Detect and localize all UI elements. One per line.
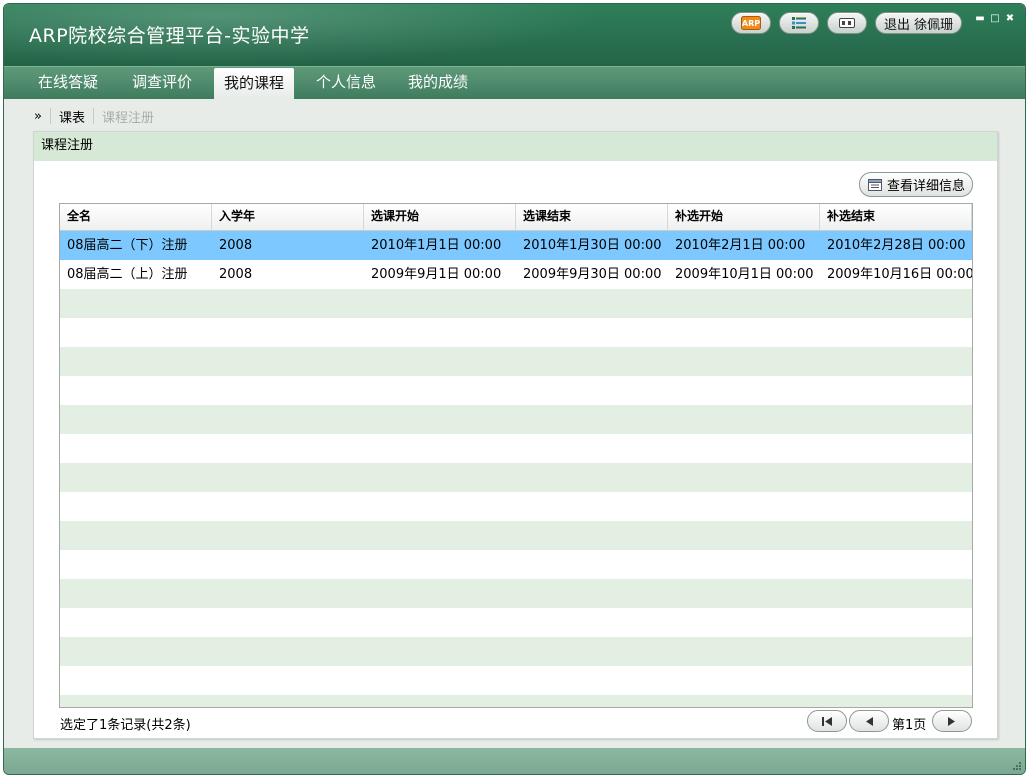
view-details-label: 查看详细信息 [887, 179, 966, 194]
breadcrumb-divider [49, 108, 51, 124]
main-nav: 在线答疑 调查评价 我的课程 个人信息 我的成绩 [4, 66, 1025, 100]
cell-makeup-end: 2009年10月16日 00:00 [827, 267, 972, 282]
empty-row [60, 695, 972, 707]
table-header: 全名 入学年 选课开始 选课结束 补选开始 补选结束 [60, 204, 972, 231]
column-header-select-start[interactable]: 选课开始 [364, 204, 516, 230]
empty-row [60, 463, 972, 492]
empty-row [60, 405, 972, 434]
empty-row [60, 434, 972, 463]
prev-page-icon [866, 716, 873, 726]
cell-select-start: 2010年1月1日 00:00 [371, 238, 502, 253]
registration-table: 全名 入学年 选课开始 选课结束 补选开始 补选结束 08届高二（下）注册 20… [59, 203, 973, 708]
prev-page-button[interactable] [849, 710, 889, 732]
column-header-enroll-year[interactable]: 入学年 [212, 204, 364, 230]
card-icon [839, 18, 855, 28]
empty-row [60, 289, 972, 318]
empty-row [60, 521, 972, 550]
selection-status: 选定了1条记录(共2条) [60, 718, 191, 733]
svg-text:ARP: ARP [742, 19, 760, 28]
empty-row [60, 492, 972, 521]
first-page-icon [822, 716, 832, 726]
tab-online-qa[interactable]: 在线答疑 [28, 67, 108, 100]
breadcrumb-item-schedule[interactable]: 课表 [59, 107, 85, 126]
breadcrumb-divider [92, 108, 94, 124]
empty-row [60, 550, 972, 579]
empty-row [60, 347, 972, 376]
empty-row [60, 666, 972, 695]
cell-enroll-year: 2008 [219, 267, 253, 282]
breadcrumb-expand-icon[interactable]: » [34, 109, 42, 124]
tab-personal-info[interactable]: 个人信息 [306, 67, 386, 100]
panel-title: 课程注册 [34, 132, 997, 161]
breadcrumb: » 课表 课程注册 [34, 107, 154, 126]
first-page-button[interactable] [807, 710, 847, 732]
cell-makeup-start: 2009年10月1日 00:00 [675, 267, 814, 282]
maximize-icon[interactable]: □ [990, 14, 1000, 24]
details-icon [868, 178, 882, 191]
list-view-button[interactable] [779, 12, 819, 34]
breadcrumb-item-current: 课程注册 [101, 110, 154, 126]
app-window: ARP院校综合管理平台-实验中学 ARP 退出 徐佩珊 ▬ □ ✖ 在线答疑 调… [3, 3, 1026, 775]
cell-full-name: 08届高二（下）注册 [67, 238, 188, 253]
tab-my-courses[interactable]: 我的课程 [214, 68, 295, 100]
empty-row [60, 376, 972, 405]
cell-makeup-start: 2010年2月1日 00:00 [675, 238, 806, 253]
footer-bar [4, 748, 1025, 774]
list-icon [792, 17, 806, 29]
tab-my-grades[interactable]: 我的成绩 [398, 67, 478, 100]
tab-survey[interactable]: 调查评价 [122, 67, 202, 100]
next-page-button[interactable] [932, 710, 972, 732]
empty-row [60, 579, 972, 608]
close-icon[interactable]: ✖ [1005, 14, 1015, 24]
table-row[interactable]: 08届高二（上）注册 2008 2009年9月1日 00:00 2009年9月3… [60, 260, 972, 289]
course-registration-panel: 课程注册 查看详细信息 全名 入学年 选课开始 选课结束 补选开始 补选结束 0… [33, 131, 998, 739]
cell-enroll-year: 2008 [219, 238, 253, 253]
minimize-icon[interactable]: ▬ [975, 14, 985, 24]
card-view-button[interactable] [827, 12, 867, 34]
title-bar: ARP院校综合管理平台-实验中学 ARP 退出 徐佩珊 ▬ □ ✖ [4, 4, 1025, 66]
arp-home-button[interactable]: ARP [731, 12, 771, 34]
column-header-makeup-end[interactable]: 补选结束 [820, 204, 972, 230]
cell-select-end: 2010年1月30日 00:00 [523, 238, 662, 253]
table-body: 08届高二（下）注册 2008 2010年1月1日 00:00 2010年1月3… [60, 231, 972, 707]
next-page-icon [948, 716, 955, 726]
page-indicator: 第1页 [892, 718, 927, 733]
empty-row [60, 608, 972, 637]
cell-select-start: 2009年9月1日 00:00 [371, 267, 502, 282]
empty-row [60, 637, 972, 666]
logout-button[interactable]: 退出 徐佩珊 [875, 12, 962, 34]
table-row[interactable]: 08届高二（下）注册 2008 2010年1月1日 00:00 2010年1月3… [60, 231, 972, 260]
resize-grip-icon[interactable] [1011, 760, 1022, 771]
empty-row [60, 318, 972, 347]
column-header-select-end[interactable]: 选课结束 [516, 204, 668, 230]
arp-logo-icon: ARP [741, 16, 761, 30]
cell-select-end: 2009年9月30日 00:00 [523, 267, 662, 282]
cell-makeup-end: 2010年2月28日 00:00 [827, 238, 966, 253]
cell-full-name: 08届高二（上）注册 [67, 267, 188, 282]
column-header-full-name[interactable]: 全名 [60, 204, 212, 230]
app-title: ARP院校综合管理平台-实验中学 [29, 25, 310, 47]
column-header-makeup-start[interactable]: 补选开始 [668, 204, 820, 230]
view-details-button[interactable]: 查看详细信息 [859, 172, 973, 197]
